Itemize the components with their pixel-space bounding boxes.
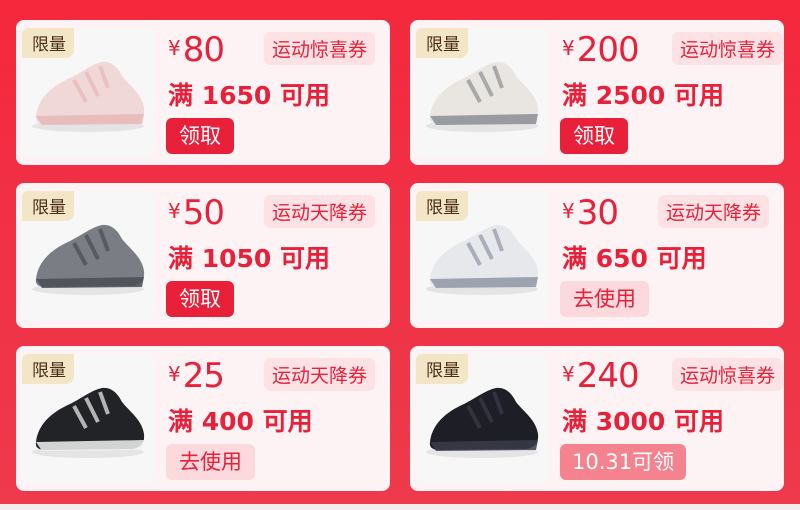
currency-symbol: ¥ [168, 199, 181, 223]
limited-badge: 限量 [22, 354, 74, 384]
coupon-value: ¥50 [168, 193, 225, 233]
currency-symbol: ¥ [168, 36, 181, 60]
limited-badge: 限量 [416, 191, 468, 221]
available-date-button[interactable]: 10.31可领 [560, 444, 687, 480]
coupon-amount: 25 [182, 356, 225, 396]
coupon-amount: 80 [182, 30, 225, 70]
coupon-card[interactable]: 限量 ¥200 运动惊喜券满 2500 可用领取 [410, 20, 784, 165]
currency-symbol: ¥ [562, 199, 575, 223]
coupon-value: ¥30 [562, 193, 619, 233]
coupon-amount: 30 [576, 193, 619, 233]
coupon-value: ¥240 [562, 356, 640, 396]
use-button[interactable]: 去使用 [166, 444, 255, 480]
coupon-type-label: 运动惊喜券 [672, 358, 784, 391]
currency-symbol: ¥ [562, 36, 575, 60]
coupon-type-label: 运动天降券 [264, 358, 376, 391]
limited-badge: 限量 [22, 28, 74, 58]
coupon-condition: 满 2500 可用 [562, 81, 724, 110]
coupon-value: ¥80 [168, 30, 225, 70]
coupon-type-label: 运动天降券 [658, 195, 770, 228]
coupon-card[interactable]: 限量 ¥240 运动惊喜券满 3000 可用 10.31可领 [410, 346, 784, 491]
claim-button[interactable]: 领取 [560, 118, 628, 154]
currency-symbol: ¥ [168, 362, 181, 386]
currency-symbol: ¥ [562, 362, 575, 386]
coupon-type-label: 运动惊喜券 [264, 32, 376, 65]
claim-button[interactable]: 领取 [166, 281, 234, 317]
coupon-type-label: 运动天降券 [264, 195, 376, 228]
use-button[interactable]: 去使用 [560, 281, 649, 317]
coupon-amount: 240 [576, 356, 640, 396]
bottom-panel-edge [0, 504, 800, 510]
coupon-condition: 满 400 可用 [168, 407, 313, 436]
coupon-card[interactable]: 限量 ¥80 运动惊喜券满 1650 可用领取 [16, 20, 390, 165]
limited-badge: 限量 [22, 191, 74, 221]
coupon-condition: 满 1650 可用 [168, 81, 330, 110]
coupon-condition: 满 1050 可用 [168, 244, 330, 273]
coupon-value: ¥25 [168, 356, 225, 396]
coupon-type-label: 运动惊喜券 [672, 32, 784, 65]
coupon-card[interactable]: 限量 ¥30 运动天降券满 650 可用去使用 [410, 183, 784, 328]
limited-badge: 限量 [416, 28, 468, 58]
coupon-card[interactable]: 限量 ¥25 运动天降券满 400 可用去使用 [16, 346, 390, 491]
coupon-amount: 200 [576, 30, 640, 70]
coupon-condition: 满 3000 可用 [562, 407, 724, 436]
limited-badge: 限量 [416, 354, 468, 384]
coupon-amount: 50 [182, 193, 225, 233]
coupon-condition: 满 650 可用 [562, 244, 707, 273]
coupon-grid: 限量 ¥80 运动惊喜券满 1650 可用 领取 限量 ¥200 运动惊喜券满 2500 可… [16, 20, 784, 491]
coupon-value: ¥200 [562, 30, 640, 70]
claim-button[interactable]: 领取 [166, 118, 234, 154]
coupon-card[interactable]: 限量 ¥50 运动天降券满 1050 可用领取 [16, 183, 390, 328]
